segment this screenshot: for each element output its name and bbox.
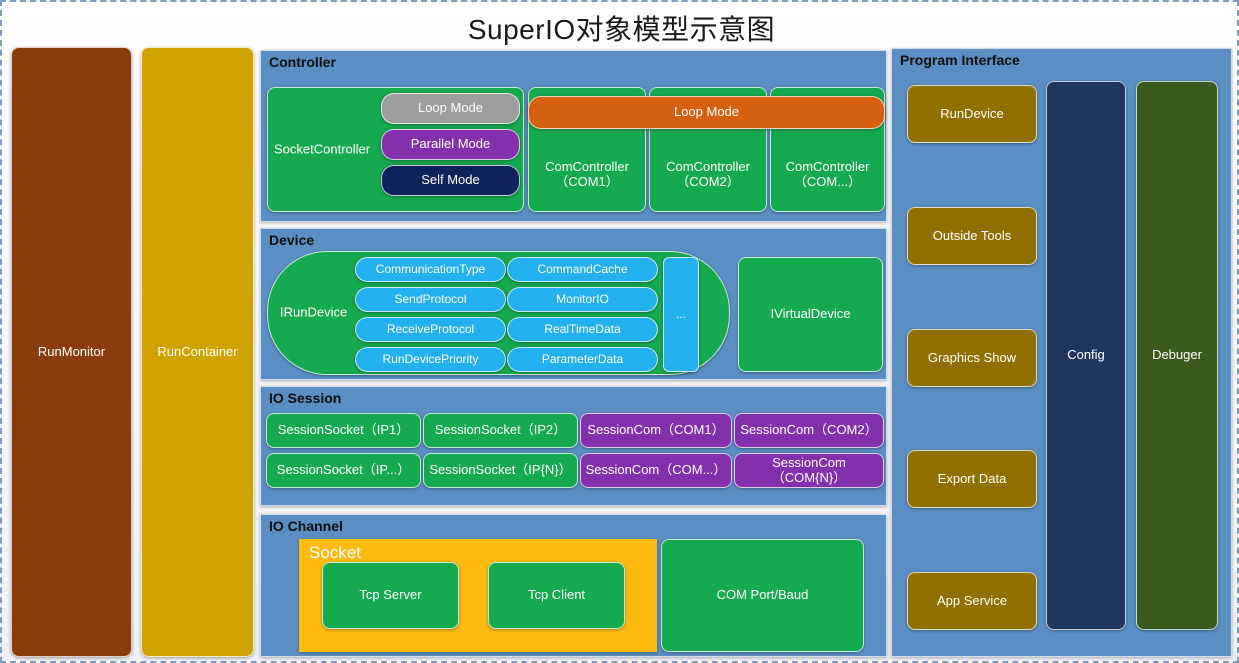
panel-io-channel: IO Channel Socket Tcp Server Tcp Client … <box>260 514 887 657</box>
page-title: SuperIO对象模型示意图 <box>467 14 776 45</box>
device-prop-realtimedata[interactable]: RealTimeData <box>507 317 658 342</box>
tcp-client[interactable]: Tcp Client <box>488 562 625 629</box>
ivirtualdevice-label: IVirtualDevice <box>770 306 851 322</box>
panel-controller-title: Controller <box>269 54 336 70</box>
device-prop-communicationtype-label: CommunicationType <box>375 261 486 276</box>
program-item-export-data[interactable]: Export Data <box>907 450 1037 508</box>
device-prop-parameterdata[interactable]: ParameterData <box>507 347 658 372</box>
session-socket-ipdots-label: SessionSocket（IP...） <box>276 462 411 478</box>
device-prop-communicationtype[interactable]: CommunicationType <box>355 257 506 282</box>
device-prop-monitorio-label: MonitorIO <box>556 291 609 306</box>
program-column-debuger: Debuger <box>1136 81 1218 630</box>
device-prop-sendprotocol-label: SendProtocol <box>394 291 467 306</box>
com-port-baud[interactable]: COM Port/Baud <box>661 539 864 652</box>
panel-program-interface-title: Program Interface <box>900 52 1020 68</box>
panel-program-interface: Program Interface RunDevice Outside Tool… <box>891 48 1232 657</box>
panel-io-session: IO Session SessionSocket（IP1） SessionSoc… <box>260 386 887 506</box>
panel-io-channel-title: IO Channel <box>269 518 343 534</box>
program-column-debuger-label: Debuger <box>1152 347 1202 363</box>
session-socket-ipn[interactable]: SessionSocket（IP{N}） <box>423 453 578 488</box>
com-port-baud-label: COM Port/Baud <box>716 587 809 603</box>
mode-self[interactable]: Self Mode <box>381 165 520 196</box>
device-prop-rundevicepriority[interactable]: RunDevicePriority <box>355 347 506 372</box>
mode-loop-com[interactable]: Loop Mode <box>528 96 885 129</box>
device-prop-sendprotocol[interactable]: SendProtocol <box>355 287 506 312</box>
mode-loop-socket-label: Loop Mode <box>417 100 484 116</box>
panel-device-title: Device <box>269 232 315 248</box>
diagram-canvas: SuperIO对象模型示意图 RunMonitor RunContainer C… <box>0 0 1239 663</box>
device-prop-realtimedata-label: RealTimeData <box>544 321 621 336</box>
program-item-rundevice[interactable]: RunDevice <box>907 85 1037 143</box>
session-socket-ip1[interactable]: SessionSocket（IP1） <box>266 413 421 448</box>
com-controller-2-line2: （COM2） <box>676 173 740 189</box>
tcp-server[interactable]: Tcp Server <box>322 562 459 629</box>
device-prop-monitorio[interactable]: MonitorIO <box>507 287 658 312</box>
session-socket-ipdots[interactable]: SessionSocket（IP...） <box>266 453 421 488</box>
device-prop-more-label: ... <box>675 306 686 321</box>
program-item-outside-tools[interactable]: Outside Tools <box>907 207 1037 265</box>
mode-loop-com-label: Loop Mode <box>673 104 740 120</box>
device-prop-more[interactable]: ... <box>663 257 699 372</box>
session-socket-ip1-label: SessionSocket（IP1） <box>277 422 410 438</box>
device-prop-parameterdata-label: ParameterData <box>541 351 624 366</box>
program-item-graphics-show-label: Graphics Show <box>927 349 1017 365</box>
column-runcontainer-label: RunContainer <box>157 343 238 359</box>
irundevice-label: IRunDevice <box>280 304 348 320</box>
device-prop-commandcache[interactable]: CommandCache <box>507 257 658 282</box>
mode-self-label: Self Mode <box>421 172 480 188</box>
program-item-rundevice-label: RunDevice <box>940 105 1004 121</box>
column-runmonitor-label: RunMonitor <box>37 343 106 359</box>
socket-controller-label: SocketController <box>274 141 371 157</box>
program-item-outside-tools-label: Outside Tools <box>932 227 1012 243</box>
tcp-server-label: Tcp Server <box>359 587 422 603</box>
session-com-comdots-label: SessionCom（COM...） <box>585 462 727 478</box>
device-prop-rundevicepriority-label: RunDevicePriority <box>382 351 479 366</box>
program-column-config: Config <box>1046 81 1126 630</box>
com-controller-2-line1: ComController <box>666 159 750 174</box>
com-controller-3-line2: （COM...） <box>793 173 862 189</box>
session-socket-ipn-label: SessionSocket（IP{N}） <box>429 462 572 478</box>
tcp-client-label: Tcp Client <box>527 587 586 603</box>
com-controller-1-line2: （COM1） <box>555 173 619 189</box>
session-socket-ip2-label: SessionSocket（IP2） <box>434 422 567 438</box>
panel-io-session-title: IO Session <box>269 390 342 406</box>
program-item-app-service[interactable]: App Service <box>907 572 1037 630</box>
session-com-comn[interactable]: SessionCom （COM{N}） <box>734 453 884 488</box>
panel-controller: Controller SocketController Loop Mode Pa… <box>260 50 887 222</box>
device-prop-commandcache-label: CommandCache <box>537 261 628 276</box>
column-runmonitor: RunMonitor <box>11 47 132 657</box>
program-item-export-data-label: Export Data <box>937 470 1007 486</box>
program-item-graphics-show[interactable]: Graphics Show <box>907 329 1037 387</box>
mode-parallel-label: Parallel Mode <box>410 136 491 152</box>
ivirtualdevice: IVirtualDevice <box>738 257 883 372</box>
session-com-comdots[interactable]: SessionCom（COM...） <box>580 453 732 488</box>
com-controller-1-line1: ComController <box>545 159 629 174</box>
session-com-com2-label: SessionCom（COM2） <box>740 422 878 438</box>
column-runcontainer: RunContainer <box>141 47 254 657</box>
mode-loop-socket[interactable]: Loop Mode <box>381 93 520 124</box>
program-item-app-service-label: App Service <box>936 592 1008 608</box>
session-socket-ip2[interactable]: SessionSocket（IP2） <box>423 413 578 448</box>
session-com-comn-label: SessionCom （COM{N}） <box>771 454 847 485</box>
device-prop-receiveprotocol-label: ReceiveProtocol <box>386 321 475 336</box>
com-controller-3-line1: ComController <box>785 159 870 174</box>
mode-parallel[interactable]: Parallel Mode <box>381 129 520 160</box>
session-com-com2[interactable]: SessionCom（COM2） <box>734 413 884 448</box>
panel-device: Device IRunDevice CommunicationType Send… <box>260 228 887 380</box>
device-prop-receiveprotocol[interactable]: ReceiveProtocol <box>355 317 506 342</box>
session-com-com1-label: SessionCom（COM1） <box>587 422 725 438</box>
socket-group-title: Socket <box>309 543 361 562</box>
session-com-com1[interactable]: SessionCom（COM1） <box>580 413 732 448</box>
program-column-config-label: Config <box>1067 347 1105 363</box>
